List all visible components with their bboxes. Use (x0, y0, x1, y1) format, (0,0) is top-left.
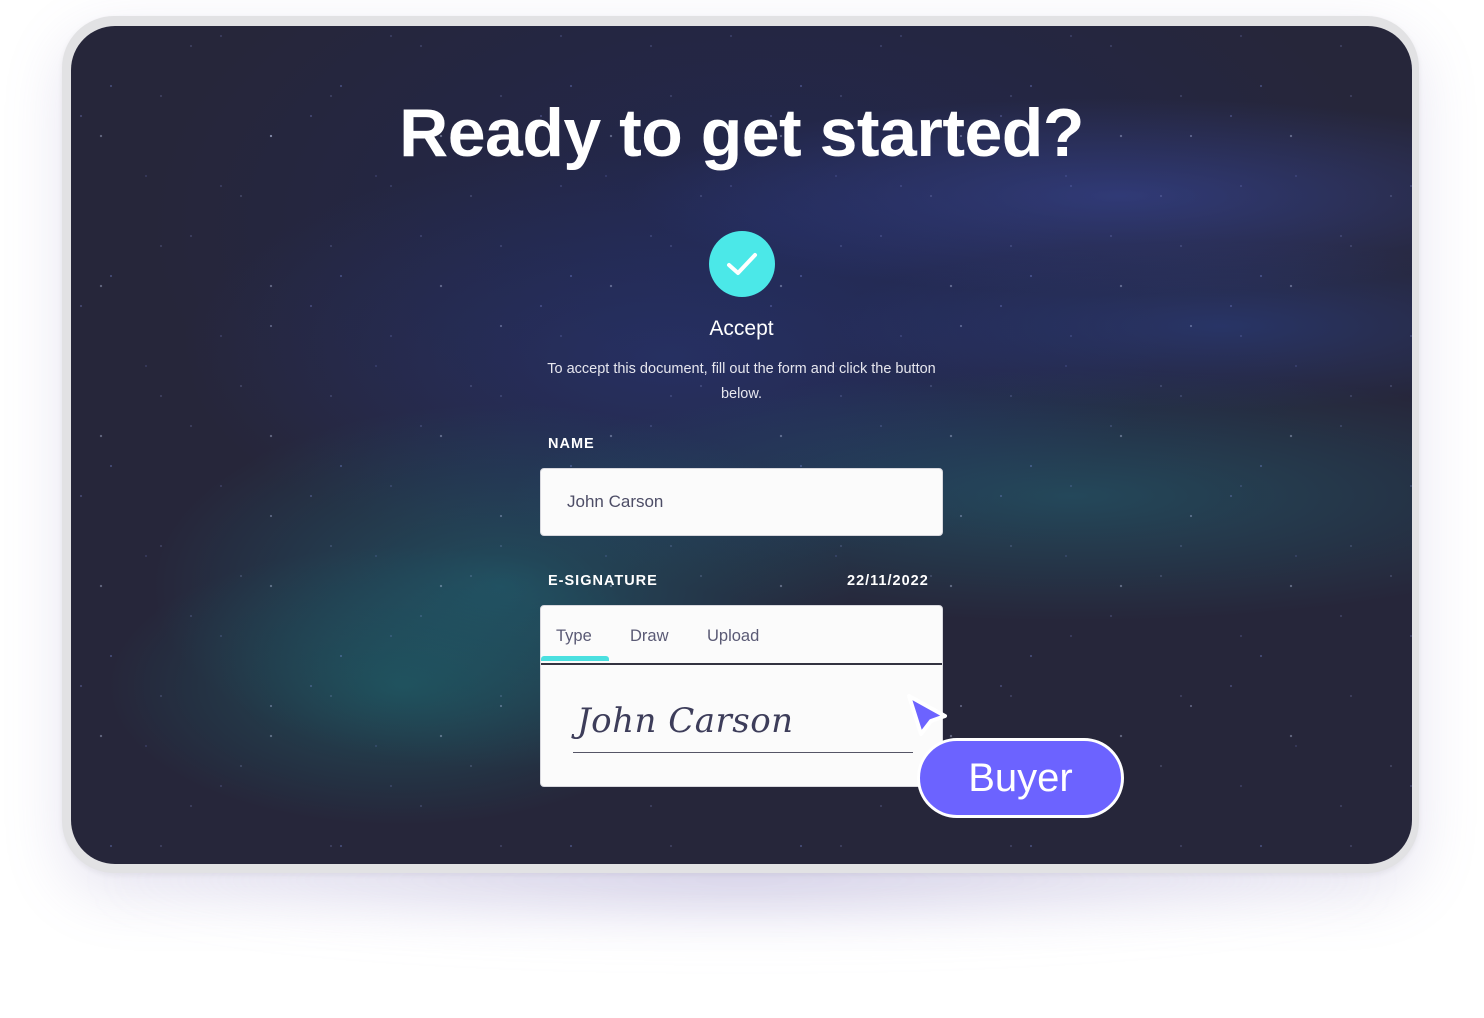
buyer-cursor-label: Buyer (917, 738, 1124, 818)
esignature-label: E-SIGNATURE (548, 573, 658, 589)
page-title: Ready to get started? (399, 95, 1084, 171)
signature-line (573, 752, 913, 753)
tab-draw[interactable]: Draw (630, 627, 669, 646)
name-input[interactable] (540, 468, 943, 536)
tab-type[interactable]: Type (556, 627, 592, 646)
name-label: NAME (548, 436, 595, 452)
signature-tabs: Type Draw Upload (541, 606, 942, 665)
esignature-panel: Type Draw Upload John Carson (540, 605, 943, 787)
accept-description: To accept this document, fill out the fo… (547, 361, 936, 402)
pointer-cursor-icon (907, 694, 947, 736)
accept-heading: Accept (709, 317, 774, 340)
tab-upload[interactable]: Upload (707, 627, 759, 646)
signature-date: 22/11/2022 (847, 573, 929, 589)
typed-signature[interactable]: John Carson (577, 701, 794, 741)
active-tab-indicator (541, 656, 609, 661)
check-icon (727, 253, 757, 275)
screen: Ready to get started? Accept To accept t… (71, 26, 1412, 864)
accept-status-badge (709, 231, 775, 297)
